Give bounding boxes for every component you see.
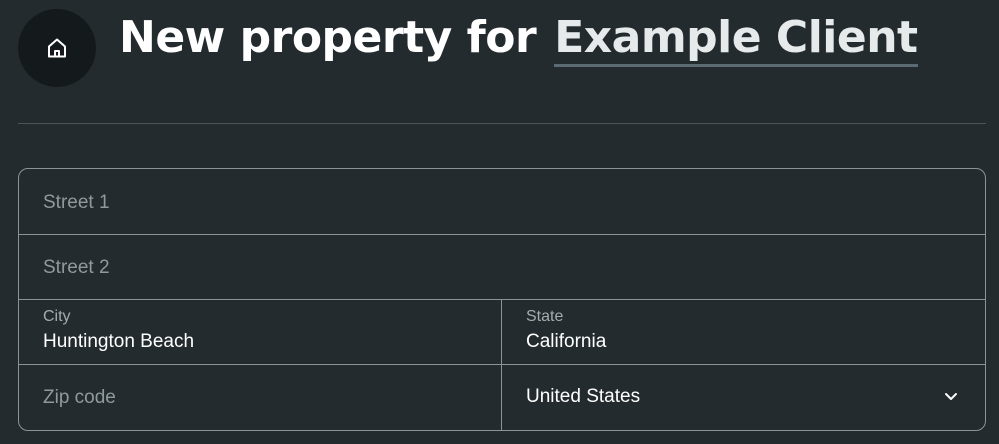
zip-country-row: Zip code United States: [19, 364, 985, 430]
state-label: State: [526, 308, 564, 325]
zip-placeholder: Zip code: [43, 387, 116, 408]
city-label: City: [43, 308, 71, 325]
street1-field[interactable]: Street 1: [19, 169, 985, 234]
street2-placeholder: Street 2: [43, 257, 110, 278]
divider: [18, 123, 986, 124]
street1-row: Street 1: [19, 169, 985, 235]
country-value: United States: [526, 386, 641, 407]
property-form: Street 1 Street 2 City Huntington Beach …: [18, 168, 986, 431]
title-prefix: New property for: [119, 12, 537, 63]
home-icon: [48, 38, 66, 58]
client-name-link[interactable]: Example Client: [554, 12, 918, 67]
header: [18, 9, 96, 87]
street2-field[interactable]: Street 2: [19, 234, 985, 299]
street1-placeholder: Street 1: [43, 192, 110, 213]
zip-field[interactable]: Zip code: [19, 364, 502, 430]
street2-row: Street 2: [19, 234, 985, 300]
state-value: California: [526, 331, 607, 352]
city-state-row: City Huntington Beach State California: [19, 299, 985, 365]
state-field[interactable]: State California: [502, 299, 985, 364]
country-select[interactable]: United States: [502, 364, 985, 430]
chevron-down-icon: [945, 393, 957, 400]
home-button[interactable]: [18, 9, 96, 87]
page-title: New property for Example Client: [119, 12, 918, 67]
city-field[interactable]: City Huntington Beach: [19, 299, 502, 364]
city-value: Huntington Beach: [43, 331, 195, 352]
